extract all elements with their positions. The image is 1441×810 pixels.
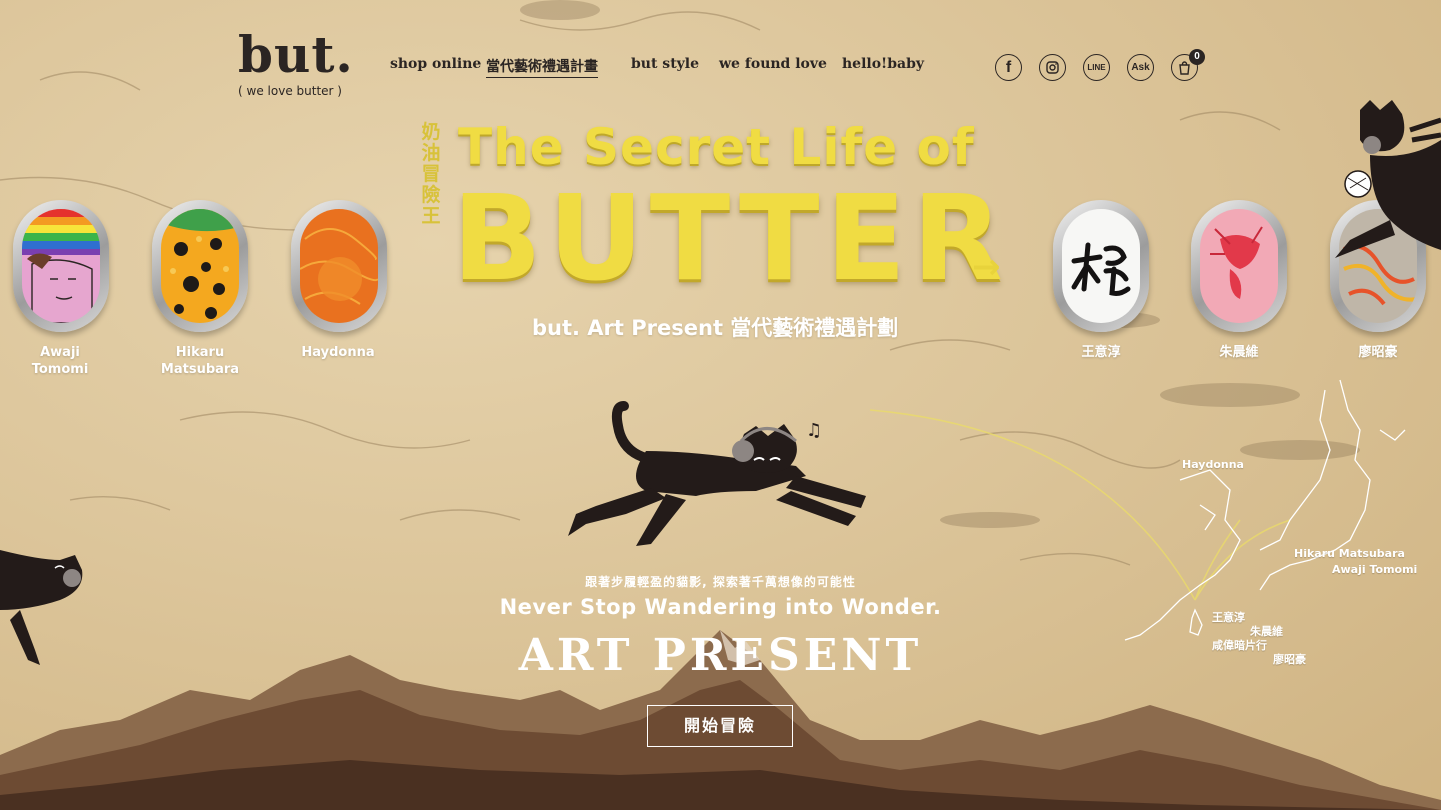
nav-shop-online[interactable]: shop online — [390, 56, 481, 72]
intro-headline: Never Stop Wandering into Wonder. — [499, 595, 942, 619]
instagram-icon[interactable] — [1039, 54, 1066, 81]
artwork-haydonna — [300, 209, 378, 323]
artist-name-line: Awaji — [40, 345, 80, 360]
map-label-hikaru: Hikaru Matsubara — [1294, 547, 1405, 560]
start-adventure-button[interactable]: 開始冒險 — [647, 705, 793, 747]
artwork-awaji — [22, 209, 100, 323]
side-char: 王 — [421, 205, 441, 227]
line-icon[interactable]: LINE — [1083, 54, 1110, 81]
artist-name-line: Tomomi — [31, 362, 89, 377]
side-char: 奶 — [421, 121, 441, 143]
nav-art-present[interactable]: 當代藝術禮遇計畫 — [486, 56, 598, 78]
artist-name-line: Haydonna — [301, 345, 375, 360]
artist-name-line: 廖昭豪 — [1358, 345, 1398, 360]
artwork-zhu — [1200, 209, 1278, 323]
artwork-hikaru — [161, 209, 239, 323]
artist-label-zhu[interactable]: 朱晨維 — [1179, 344, 1299, 361]
cat-corner-illustration — [1335, 100, 1441, 258]
facebook-icon[interactable]: f — [995, 54, 1022, 81]
arrow-right-icon: → — [972, 247, 1001, 287]
artist-label-wang[interactable]: 王意淳 — [1041, 344, 1161, 361]
artist-label-hikaru[interactable]: Hikaru Matsubara — [140, 344, 260, 378]
hero-subtitle: but. Art Present 當代藝術禮遇計劃 — [532, 316, 899, 340]
artist-name-line: Matsubara — [160, 362, 240, 377]
artwork-window-hikaru[interactable] — [152, 200, 248, 332]
artist-name-line: 朱晨維 — [1219, 345, 1259, 360]
svg-text:♫: ♫ — [806, 420, 822, 441]
artist-name-line: Hikaru — [175, 345, 225, 360]
map-label-haydonna: Haydonna — [1182, 458, 1244, 471]
artwork-window-haydonna[interactable] — [291, 200, 387, 332]
artwork-window-wang[interactable] — [1053, 200, 1149, 332]
hero-side-text: 奶 油 冒 險 王 — [420, 122, 442, 227]
ask-icon[interactable]: Ask — [1127, 54, 1154, 81]
side-char: 險 — [421, 184, 441, 206]
artist-name-line: 王意淳 — [1081, 345, 1121, 360]
nav-we-found-love[interactable]: we found love — [719, 56, 827, 72]
hero-title-main: BUTTER — [452, 169, 1009, 307]
art-present-title: ART PRESENT — [518, 630, 923, 681]
cat-leaping-illustration: ♫ — [568, 401, 866, 546]
nav-hello-baby[interactable]: hello!baby — [842, 56, 924, 72]
side-char: 冒 — [421, 163, 441, 185]
brand-name: but. — [238, 25, 354, 84]
artist-label-haydonna[interactable]: Haydonna — [278, 344, 398, 361]
nav-but-style[interactable]: but style — [631, 56, 699, 72]
page-background: Haydonna Hikaru Matsubara Awaji Tomomi 王… — [0, 0, 1441, 810]
side-char: 油 — [421, 142, 441, 164]
cart-count-badge: 0 — [1189, 49, 1205, 65]
artwork-window-awaji[interactable] — [13, 200, 109, 332]
artist-label-liao[interactable]: 廖昭豪 — [1318, 344, 1438, 361]
brand-logo[interactable]: but. ( we love butter ) — [238, 25, 354, 99]
brand-tagline: ( we love butter ) — [238, 84, 342, 98]
artwork-window-zhu[interactable] — [1191, 200, 1287, 332]
hero-title-top: The Secret Life of — [458, 118, 975, 176]
artist-label-awaji[interactable]: Awaji Tomomi — [0, 344, 120, 378]
artwork-wang — [1062, 209, 1140, 323]
intro-tagline: 跟著步履輕盈的貓影, 探索著千萬想像的可能性 — [585, 575, 856, 589]
